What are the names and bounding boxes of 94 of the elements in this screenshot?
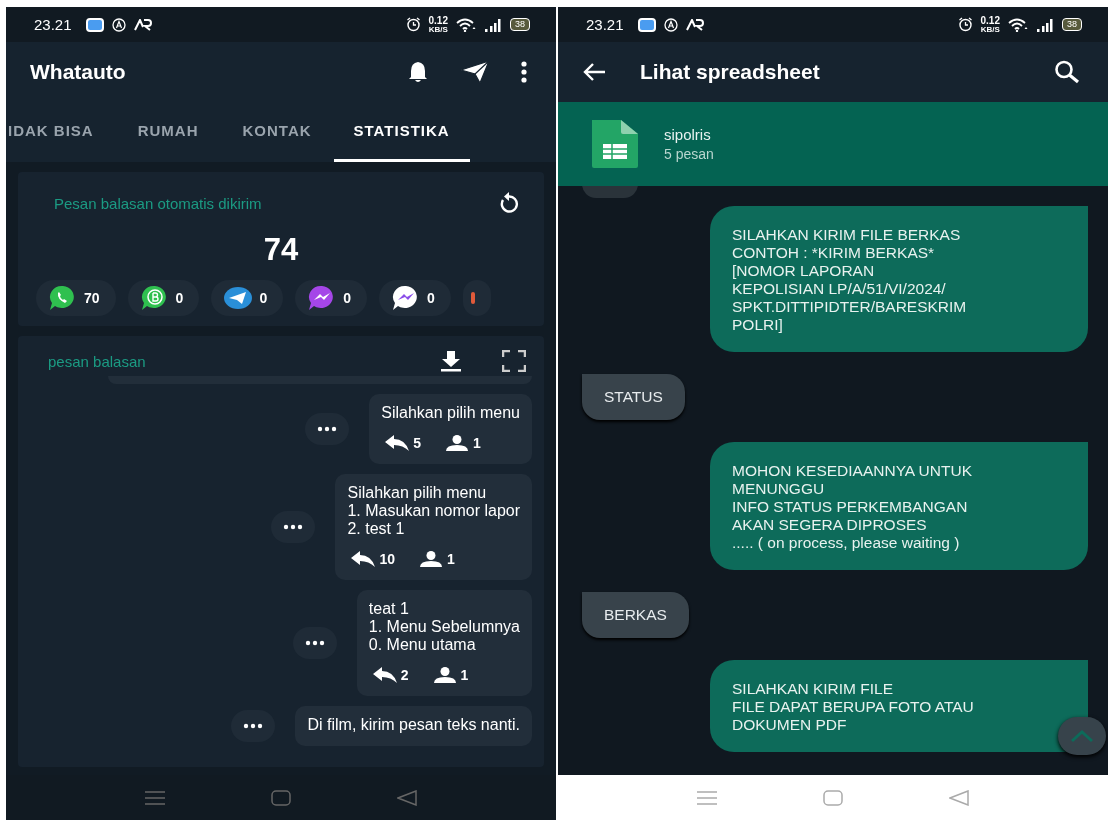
more-button[interactable]: [231, 710, 276, 742]
message-line: 1. Menu Sebelumnya: [368, 618, 520, 636]
message-line: SPKT.DITTIPIDTER/BARESKRIM: [732, 298, 968, 316]
ellipsis-icon: [317, 426, 338, 432]
app-icon: [637, 17, 656, 32]
network-speed: 0.12: [428, 15, 448, 26]
download-icon[interactable]: [440, 350, 462, 372]
message-line: INFO STATUS PERKEMBANGAN: [732, 498, 969, 516]
spreadsheet-icon: [590, 120, 640, 168]
cut-off-bubble: [582, 186, 638, 198]
message-line: 2. test 1: [347, 520, 406, 538]
app-title: Whatauto: [30, 60, 126, 84]
message-line: 0. Menu utama: [368, 636, 477, 654]
message-line: FILE DAPAT BERUPA FOTO ATAU: [732, 698, 975, 716]
message-count: 5 pesan: [664, 146, 714, 162]
battery-level: 38: [510, 18, 530, 31]
message-line: [NOMOR LAPORAN: [732, 262, 876, 280]
scroll-up-button[interactable]: [1058, 717, 1106, 755]
message-line: Silahkan pilih menu: [347, 484, 488, 502]
message-line: SILAHKAN KIRIM FILE BERKAS: [732, 226, 962, 244]
circle-a-icon: [663, 17, 678, 32]
message-line: BERKAS: [604, 606, 667, 624]
message-line: ..... ( on process, please waiting ): [732, 534, 961, 552]
tab[interactable]: KONTAK: [220, 102, 334, 162]
card-title: pesan balasan: [48, 352, 147, 370]
more-button[interactable]: [292, 627, 337, 659]
reply-icon: [372, 667, 397, 683]
alarm-icon: [957, 17, 973, 32]
search-icon[interactable]: [1054, 60, 1080, 84]
ellipsis-icon: [243, 723, 264, 729]
total-count: 74: [262, 232, 300, 268]
message-line: AKAN SEGERA DIPROSES: [732, 516, 928, 534]
battery-level: 38: [1062, 18, 1082, 31]
person-icon: [432, 667, 457, 683]
message-line: SILAHKAN KIRIM FILE: [732, 680, 895, 698]
tab[interactable]: RUMAH: [115, 102, 221, 162]
message-line: DOKUMEN PDF: [732, 716, 848, 734]
reply-icon: [385, 435, 410, 451]
speed-unit: KB/S: [980, 25, 1000, 34]
speed-unit: KB/S: [428, 25, 448, 34]
person-icon: [445, 435, 470, 451]
message-line: STATUS: [604, 388, 663, 406]
message-line: MENUNGGU: [732, 480, 826, 498]
ellipsis-icon: [304, 640, 325, 646]
fullscreen-icon[interactable]: [502, 350, 526, 372]
back-arrow-icon[interactable]: [582, 62, 606, 82]
message-line: MOHON KESEDIAANNYA UNTUK: [732, 462, 973, 480]
message-line: Di film, kirim pesan teks nanti.: [307, 716, 520, 734]
message-line: CONTOH : *KIRIM BERKAS*: [732, 244, 936, 262]
screen-title: Lihat spreadsheet: [640, 60, 820, 84]
user-count: 1: [447, 550, 455, 568]
reply-count: 10: [379, 550, 396, 568]
clock-time: 23.21: [34, 16, 72, 33]
card-title: Pesan balasan otomatis dikirim: [54, 194, 263, 212]
message-line: 1. Masukan nomor lapor: [347, 502, 520, 520]
tab[interactable]: IDAK BISA: [6, 102, 116, 162]
user-count: 1: [460, 666, 469, 684]
wifi-icon: [1008, 17, 1028, 32]
reset-icon[interactable]: [498, 192, 520, 214]
message-line: KEPOLISIAN LP/A/51/VI/2024/: [732, 280, 947, 298]
chevron-up-icon: [1070, 729, 1094, 743]
more-button[interactable]: [305, 413, 350, 445]
message-line: Silahkan pilih menu: [381, 404, 520, 422]
send-icon[interactable]: [460, 60, 490, 84]
clock-time: 23.21: [586, 16, 624, 33]
ellipsis-icon: [283, 524, 304, 530]
back-icon[interactable]: [397, 789, 417, 806]
reply-count: 5: [413, 434, 422, 452]
reply-count: 2: [400, 666, 409, 684]
signal-icon: [484, 17, 502, 32]
platform-chip: 70: [36, 280, 116, 316]
network-speed: 0.12: [980, 15, 1000, 26]
circle-a-icon: [111, 17, 126, 32]
paper-plane-icon: [223, 285, 254, 311]
app-icon: [85, 17, 104, 32]
signal-icon: [1036, 17, 1054, 32]
status-glyph-icon: [685, 18, 704, 31]
sheet-name: sipolris: [664, 126, 712, 143]
home-icon[interactable]: [271, 789, 291, 806]
status-glyph-icon: [133, 18, 152, 31]
message-line: POLRI]: [732, 316, 784, 334]
person-icon: [419, 551, 444, 567]
more-button[interactable]: [271, 511, 316, 543]
platform-chip: 0: [127, 280, 200, 316]
user-count: 1: [473, 434, 481, 452]
message-line: teat 1: [368, 600, 410, 618]
platform-chip: [462, 280, 491, 316]
more-options-icon[interactable]: [520, 61, 528, 83]
platform-chip: 0: [295, 280, 367, 316]
wifi-icon: [456, 17, 476, 32]
alarm-icon: [405, 17, 421, 32]
reply-icon: [351, 551, 376, 567]
platform-chip: 0: [378, 280, 451, 316]
platform-chip: 0: [211, 280, 284, 316]
